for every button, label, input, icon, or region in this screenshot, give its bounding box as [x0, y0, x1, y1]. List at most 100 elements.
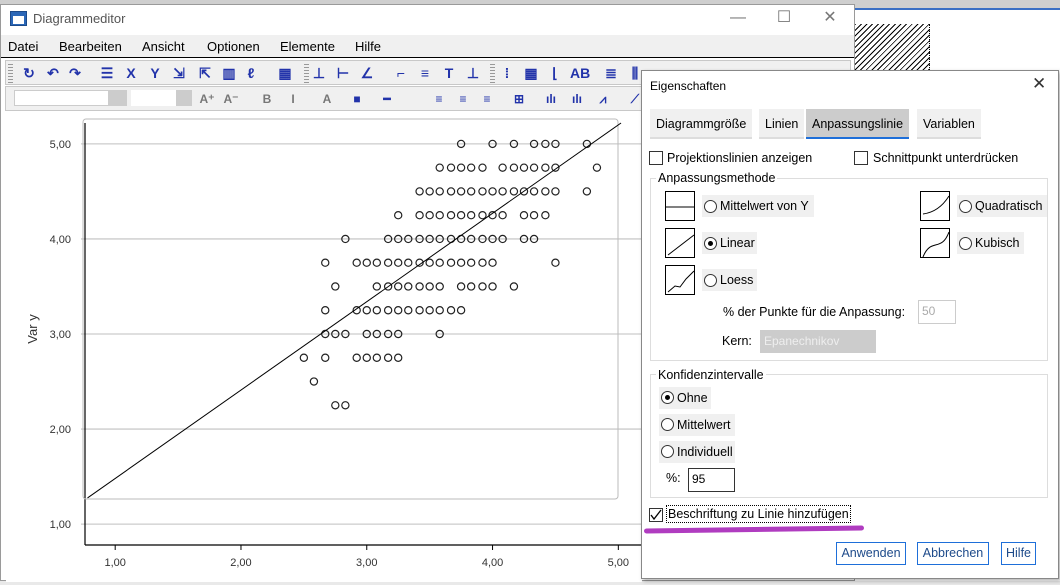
method-linear-radio[interactable]	[704, 237, 717, 250]
line-style-icon[interactable]: ━	[378, 90, 396, 108]
data-point	[582, 187, 592, 196]
method-cubic-radio[interactable]	[959, 237, 972, 250]
suppress-intercept-checkbox[interactable]	[854, 151, 868, 165]
font-grow-icon[interactable]: A⁺	[198, 90, 216, 108]
axis-ticks-icon[interactable]: ⌊	[546, 64, 564, 82]
method-mean-radio[interactable]	[704, 200, 717, 213]
suppress-intercept-label: Schnittpunkt unterdrücken	[873, 151, 1019, 165]
footnote-icon[interactable]: ⊥	[464, 64, 482, 82]
data-point	[478, 163, 487, 172]
menu-ansicht[interactable]: Ansicht	[142, 39, 185, 54]
y-tick-label: 4,00	[50, 234, 71, 246]
font-size-select[interactable]	[131, 90, 176, 106]
fit-method-group-title: Anpassungsmethode	[656, 171, 778, 185]
line-chart-icon[interactable]: ⩘	[594, 90, 612, 108]
x-tick-label: 5,00	[608, 557, 629, 569]
add-label-checkbox[interactable]	[649, 508, 663, 522]
data-point	[341, 401, 350, 410]
align-center-icon[interactable]: ≡	[454, 90, 472, 108]
data-point	[519, 163, 529, 172]
undo-icon[interactable]: ↶	[44, 64, 62, 82]
font-dropdown-button[interactable]	[109, 90, 127, 106]
stacked-bar-icon[interactable]: ılı	[568, 90, 586, 108]
menu-elemente[interactable]: Elemente	[280, 39, 335, 54]
data-point	[404, 258, 413, 267]
data-point	[466, 163, 476, 172]
ab-labels-icon[interactable]: AB	[570, 64, 590, 82]
bold-icon[interactable]: B	[258, 90, 276, 108]
menu-datei[interactable]: Datei	[8, 39, 38, 54]
data-point	[383, 258, 393, 267]
legend-icon[interactable]: ≡	[416, 64, 434, 82]
menu-bearbeiten[interactable]: Bearbeiten	[59, 39, 122, 54]
minimize-button[interactable]: —	[715, 7, 761, 31]
method-cubic-label: Kubisch	[975, 236, 1020, 250]
method-quadratic-radio[interactable]	[959, 200, 972, 213]
grid-icon[interactable]: ▦	[522, 64, 540, 82]
grid-dots-icon[interactable]: ⁞	[498, 64, 516, 82]
resize-icon[interactable]: ⇱	[196, 64, 214, 82]
dialog-close-button[interactable]: ✕	[1032, 74, 1046, 94]
data-label-icon[interactable]: ▦	[276, 64, 294, 82]
align-right-icon[interactable]: ≡	[478, 90, 496, 108]
x-axis-line-icon[interactable]: ⊢	[334, 64, 352, 82]
add-label-label: Beschriftung zu Linie hinzufügen	[666, 505, 851, 523]
method-loess-label: Loess	[720, 273, 754, 287]
data-point	[446, 163, 456, 172]
maximize-button[interactable]: ☐	[761, 7, 807, 31]
redo-icon[interactable]: ↷	[66, 64, 84, 82]
points-percent-input[interactable]: 50	[918, 300, 956, 324]
rotate-icon[interactable]: ↻	[20, 64, 38, 82]
projection-lines-checkbox[interactable]	[649, 151, 663, 165]
frame-icon[interactable]: ⊞	[510, 90, 528, 108]
font-size-dropdown-button[interactable]	[176, 90, 192, 106]
close-button[interactable]: ✕	[807, 7, 853, 31]
ci-none-radio[interactable]	[661, 391, 674, 404]
data-point	[321, 306, 330, 315]
menu-hilfe[interactable]: Hilfe	[355, 39, 381, 54]
rescale-icon[interactable]: ⇲	[170, 64, 188, 82]
font-shrink-icon[interactable]: A⁻	[222, 90, 240, 108]
x-axis-icon[interactable]: X	[122, 64, 140, 82]
data-point	[425, 258, 434, 267]
y-axis-icon[interactable]: Y	[146, 64, 164, 82]
text-color-icon[interactable]: A	[318, 90, 336, 108]
tab-diagrammgroesse[interactable]: Diagrammgröße	[650, 109, 753, 139]
ci-individual-radio[interactable]	[661, 445, 674, 458]
data-point	[456, 282, 466, 291]
font-select[interactable]	[14, 90, 109, 106]
fill-color-icon[interactable]: ■	[348, 90, 366, 108]
toolbar-grip[interactable]	[8, 63, 13, 83]
quadratic-thumbnail-icon	[920, 191, 950, 221]
tab-anpassungslinie[interactable]: Anpassungslinie	[806, 109, 910, 139]
lasso-icon[interactable]: ℓ	[242, 64, 260, 82]
method-loess-radio[interactable]	[704, 274, 717, 287]
cancel-button[interactable]: Abbrechen	[917, 542, 989, 565]
title-bar: Diagrammeditor — ☐ ✕	[1, 5, 854, 33]
help-button[interactable]: Hilfe	[1001, 542, 1036, 565]
bar-chart-icon[interactable]: ılı	[542, 90, 560, 108]
italic-icon[interactable]: I	[284, 90, 302, 108]
apply-button[interactable]: Anwenden	[836, 542, 906, 565]
y-tick-label: 2,00	[50, 424, 71, 436]
toolbar-grip[interactable]	[304, 63, 309, 83]
properties-icon[interactable]: ☰	[98, 64, 116, 82]
ci-percent-input[interactable]: 95	[688, 468, 735, 492]
data-point	[435, 306, 444, 315]
data-point	[435, 163, 444, 172]
bars-icon[interactable]: ≣	[602, 64, 620, 82]
ci-mean-radio[interactable]	[661, 418, 674, 431]
tab-variablen[interactable]: Variablen	[917, 109, 981, 139]
text-box-icon[interactable]: T	[440, 64, 458, 82]
menu-optionen[interactable]: Optionen	[207, 39, 260, 54]
align-left-icon[interactable]: ≡	[430, 90, 448, 108]
y-axis-line-icon[interactable]: ⊥	[310, 64, 328, 82]
toolbar-grip[interactable]	[490, 63, 495, 83]
kernel-select[interactable]: Epanechnikov	[760, 330, 876, 353]
title-icon[interactable]: ⌐	[392, 64, 410, 82]
data-point	[446, 187, 456, 196]
diagonal-icon[interactable]: ∠	[358, 64, 376, 82]
tab-linien[interactable]: Linien	[759, 109, 805, 139]
3d-icon[interactable]: ▥	[220, 64, 238, 82]
data-point	[394, 353, 403, 362]
